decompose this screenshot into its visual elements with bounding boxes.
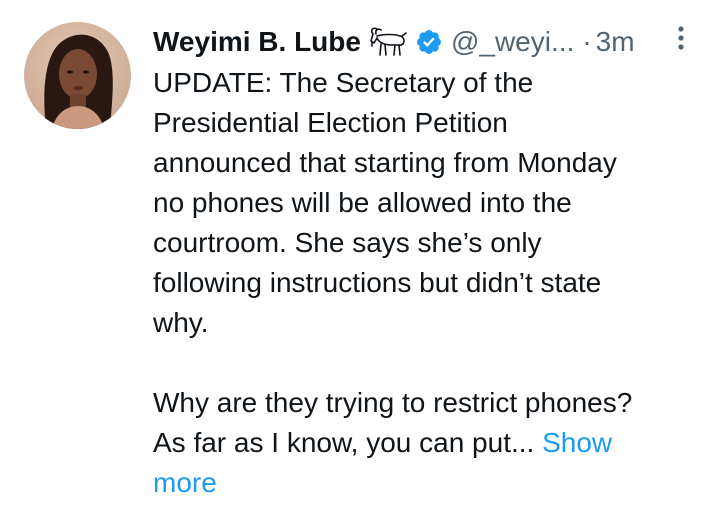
- more-vertical-icon[interactable]: [673, 24, 689, 54]
- tweet-text-line: Presidential Election Petition: [153, 107, 508, 138]
- show-more-link[interactable]: Show: [542, 427, 612, 458]
- avatar-photo: [24, 22, 131, 129]
- tweet-text-line: no phones will be allowed into the: [153, 187, 572, 218]
- tweet-text-line: Why are they trying to restrict phones?: [153, 387, 633, 418]
- tweet-text-line: As far as I know, you can put...: [153, 427, 535, 458]
- verified-icon[interactable]: [415, 28, 443, 56]
- tweet-text-line: courtroom. She says she’s only: [153, 227, 542, 258]
- timestamp[interactable]: 3m: [596, 26, 635, 58]
- tweet-header: Weyimi B. Lube @_weyi... · 3m: [153, 22, 693, 62]
- tweet-text-line: announced that starting from Monday: [153, 147, 617, 178]
- goat-icon: [367, 26, 409, 58]
- tweet-text-line-blank: [153, 343, 703, 383]
- tweet-text-line: why.: [153, 307, 209, 338]
- avatar[interactable]: [24, 22, 131, 129]
- tweet[interactable]: Weyimi B. Lube @_weyi... · 3m UPDATE: Th…: [0, 0, 720, 506]
- tweet-text-line: UPDATE: The Secretary of the: [153, 67, 534, 98]
- handle[interactable]: @_weyi...: [451, 26, 574, 58]
- tweet-text: UPDATE: The Secretary of the Presidentia…: [153, 63, 703, 503]
- tweet-text-line-show-more-cont: more: [153, 463, 703, 503]
- show-more-link-continued[interactable]: more: [153, 467, 217, 498]
- display-name[interactable]: Weyimi B. Lube: [153, 26, 361, 58]
- tweet-text-line-with-show-more: As far as I know, you can put... Show: [153, 423, 703, 463]
- separator-dot: ·: [582, 26, 592, 57]
- tweet-text-line: following instructions but didn’t state: [153, 267, 602, 298]
